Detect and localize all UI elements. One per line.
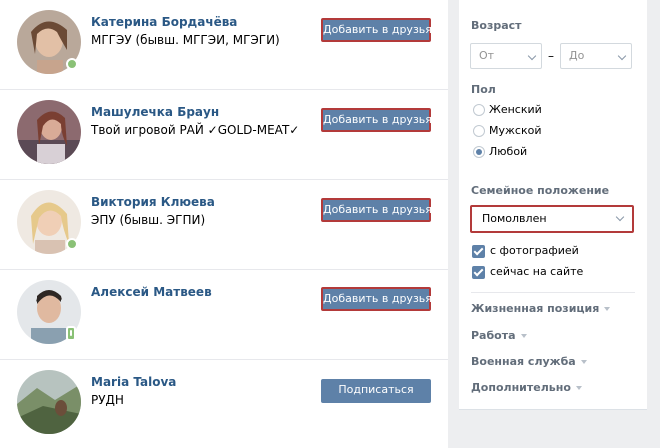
people-list: Катерина Бордачёва МГГЭУ (бывш. МГГЭИ, М… bbox=[0, 0, 448, 448]
online-dot-icon bbox=[66, 238, 78, 250]
divider bbox=[471, 292, 635, 293]
section-work[interactable]: Работа bbox=[471, 329, 527, 342]
person-subtitle: РУДН bbox=[91, 393, 124, 407]
age-from-select[interactable]: От bbox=[470, 43, 542, 69]
radio-label-any[interactable]: Любой bbox=[489, 145, 527, 158]
caret-down-icon bbox=[580, 360, 587, 364]
list-item: Maria Talova РУДН Подписаться bbox=[0, 360, 448, 448]
avatar[interactable] bbox=[17, 100, 81, 164]
section-life-position[interactable]: Жизненная позиция bbox=[471, 302, 611, 315]
section-label: Дополнительно bbox=[471, 381, 571, 394]
add-friend-button[interactable]: Добавить в друзья bbox=[321, 287, 432, 311]
list-item: Катерина Бордачёва МГГЭУ (бывш. МГГЭИ, М… bbox=[0, 0, 448, 90]
online-dot-icon bbox=[66, 58, 78, 70]
list-item: Виктория Клюева ЭПУ (бывш. ЭГПИ) Добавит… bbox=[0, 180, 448, 270]
age-label: Возраст bbox=[471, 19, 522, 32]
chevron-down-icon bbox=[617, 51, 627, 61]
marital-status-value: Помолвлен bbox=[482, 212, 547, 225]
subscribe-button[interactable]: Подписаться bbox=[321, 379, 431, 403]
checkbox-icon[interactable] bbox=[472, 266, 485, 279]
section-military[interactable]: Военная служба bbox=[471, 355, 587, 368]
person-name[interactable]: Машулечка Браун bbox=[91, 105, 219, 119]
person-name[interactable]: Алексей Матвеев bbox=[91, 285, 212, 299]
caret-down-icon bbox=[575, 386, 582, 390]
sex-label: Пол bbox=[471, 83, 496, 96]
person-name[interactable]: Maria Talova bbox=[91, 375, 176, 389]
online-mobile-icon bbox=[66, 326, 76, 341]
add-friend-button[interactable]: Добавить в друзья bbox=[321, 108, 432, 132]
radio-label-male[interactable]: Мужской bbox=[489, 124, 541, 137]
checkbox-label-with-photo[interactable]: с фотографией bbox=[490, 244, 579, 257]
avatar[interactable] bbox=[17, 370, 81, 434]
caret-down-icon bbox=[604, 307, 611, 311]
checkbox-label-online[interactable]: сейчас на сайте bbox=[490, 265, 583, 278]
section-label: Жизненная позиция bbox=[471, 302, 600, 315]
search-filters-panel: Возраст От – До Пол Женский Мужской Любо… bbox=[459, 0, 647, 410]
age-from-placeholder: От bbox=[479, 49, 495, 62]
list-item: Алексей Матвеев Добавить в друзья bbox=[0, 270, 448, 360]
section-label: Военная служба bbox=[471, 355, 576, 368]
add-friend-button[interactable]: Добавить в друзья bbox=[321, 198, 432, 222]
add-friend-button[interactable]: Добавить в друзья bbox=[321, 18, 432, 42]
section-label: Работа bbox=[471, 329, 516, 342]
chevron-down-icon bbox=[527, 51, 537, 61]
marital-label: Семейное положение bbox=[471, 184, 610, 197]
marital-status-select[interactable]: Помолвлен bbox=[470, 205, 634, 233]
person-subtitle: Твой игровой РАЙ ✓GOLD-MEAT✓ bbox=[91, 123, 300, 137]
person-name[interactable]: Виктория Клюева bbox=[91, 195, 215, 209]
radio-icon[interactable] bbox=[473, 125, 485, 137]
person-subtitle: МГГЭУ (бывш. МГГЭИ, МГЭГИ) bbox=[91, 33, 280, 47]
person-name[interactable]: Катерина Бордачёва bbox=[91, 15, 237, 29]
section-additional[interactable]: Дополнительно bbox=[471, 381, 582, 394]
age-separator: – bbox=[548, 49, 554, 63]
radio-icon[interactable] bbox=[473, 146, 485, 158]
age-to-placeholder: До bbox=[569, 49, 585, 62]
checkbox-icon[interactable] bbox=[472, 245, 485, 258]
radio-icon[interactable] bbox=[473, 104, 485, 116]
list-item: Машулечка Браун Твой игровой РАЙ ✓GOLD-M… bbox=[0, 90, 448, 180]
caret-down-icon bbox=[520, 334, 527, 338]
person-subtitle: ЭПУ (бывш. ЭГПИ) bbox=[91, 213, 206, 227]
chevron-down-icon bbox=[615, 212, 625, 222]
radio-label-female[interactable]: Женский bbox=[489, 103, 542, 116]
age-to-select[interactable]: До bbox=[560, 43, 632, 69]
